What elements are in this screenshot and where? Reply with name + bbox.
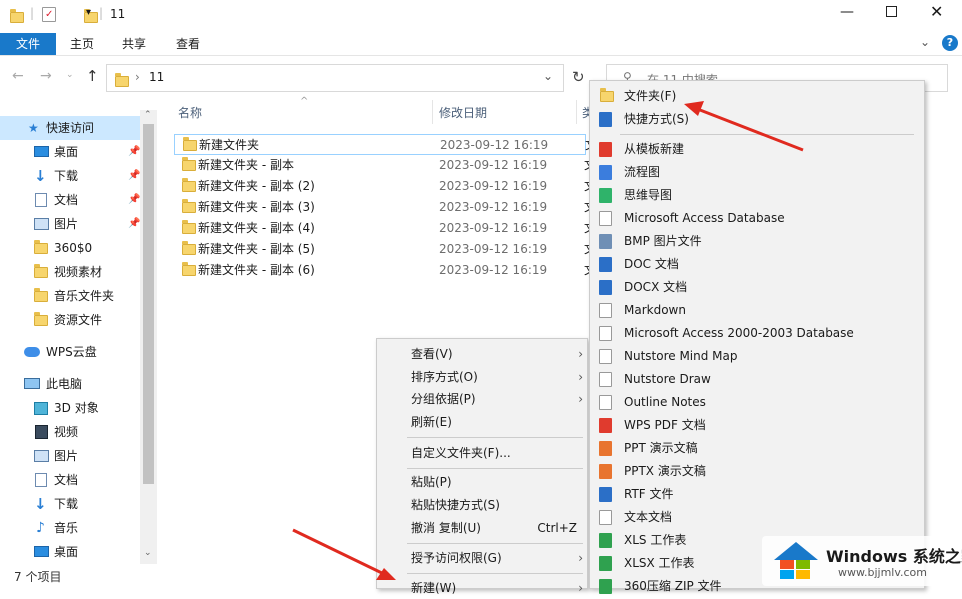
annotation-arrows [292,101,804,580]
windows-logo-icon [774,542,818,579]
watermark-brand: Windows 系统之家 [826,547,962,566]
arrow-to-folder-item [684,101,804,152]
watermark: Windows 系统之家 www.bjjmlv.com [762,536,962,586]
arrow-to-new-menu [292,528,396,580]
watermark-url: www.bjjmlv.com [838,566,927,579]
